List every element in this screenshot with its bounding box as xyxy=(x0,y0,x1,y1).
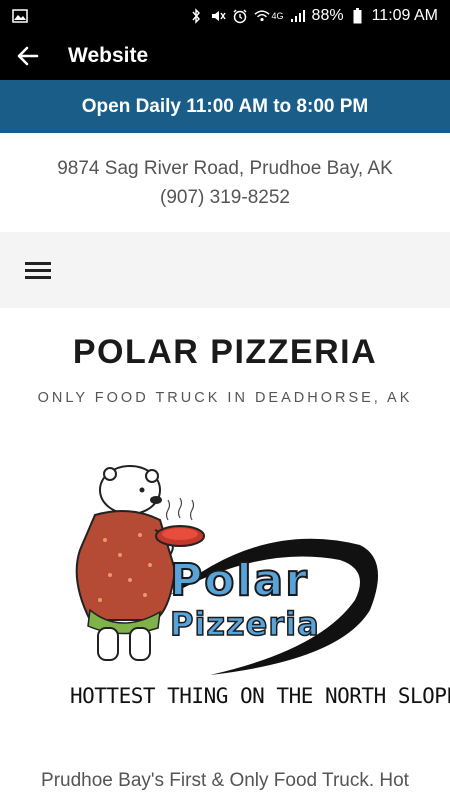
hours-text: Open Daily 11:00 AM to 8:00 PM xyxy=(81,95,369,117)
logo-slogan: HOTTEST THING ON THE NORTH SLOPE xyxy=(70,684,450,708)
alarm-icon xyxy=(232,8,248,24)
network-type: 4G xyxy=(271,11,284,21)
arrow-left-icon xyxy=(17,46,39,66)
site-title: POLAR PIZZERIA xyxy=(72,333,378,371)
wifi-icon xyxy=(253,8,270,24)
battery-percent: 88% xyxy=(311,7,344,24)
clock: 11:09 AM xyxy=(371,7,438,24)
image-icon xyxy=(12,8,28,24)
site-tagline: ONLY FOOD TRUCK IN DEADHORSE, AK xyxy=(37,390,413,406)
hamburger-menu-icon[interactable] xyxy=(25,259,51,281)
polar-pizzeria-logo: Polar Pizzeria HOTTEST THING ON THE NORT… xyxy=(60,460,450,720)
mute-icon xyxy=(210,8,226,24)
site-nav-bar xyxy=(0,232,450,308)
back-button[interactable] xyxy=(0,32,56,80)
logo-word-polar: Polar xyxy=(169,554,309,607)
address-block: 9874 Sag River Road, Prudhoe Bay, AK (90… xyxy=(0,133,450,232)
intro-text: Prudhoe Bay's First & Only Food Truck. H… xyxy=(41,770,409,791)
battery-icon xyxy=(350,8,366,24)
bluetooth-icon xyxy=(188,8,204,24)
address-line[interactable]: 9874 Sag River Road, Prudhoe Bay, AK xyxy=(57,154,393,183)
logo-word-pizzeria: Pizzeria xyxy=(169,604,320,644)
app-bar-title: Website xyxy=(68,44,149,67)
phone-number[interactable]: (907) 319-8252 xyxy=(160,183,290,212)
status-bar: 4G 88% 11:09 AM xyxy=(0,0,450,32)
hours-banner: Open Daily 11:00 AM to 8:00 PM xyxy=(0,80,450,133)
app-bar: Website xyxy=(0,32,450,80)
status-left xyxy=(12,8,28,24)
signal-icon xyxy=(290,8,306,24)
status-right: 4G 88% 11:09 AM xyxy=(188,7,438,25)
